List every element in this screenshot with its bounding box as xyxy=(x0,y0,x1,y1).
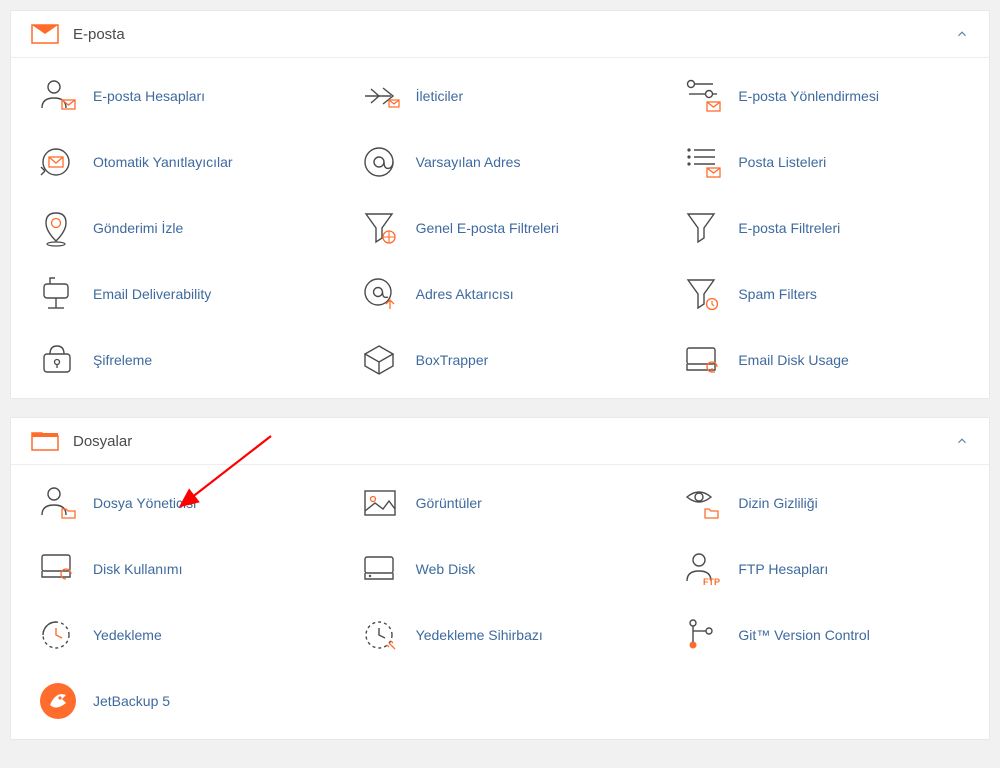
global-filters-item[interactable]: Genel E-posta Filtreleri xyxy=(344,208,657,248)
email-routing-label: E-posta Yönlendirmesi xyxy=(738,88,879,104)
backup-item[interactable]: Yedekleme xyxy=(21,615,334,655)
mailing-lists-label: Posta Listeleri xyxy=(738,154,826,170)
user-folder-icon xyxy=(37,483,79,523)
forwarders-item[interactable]: İleticiler xyxy=(344,76,657,116)
disk-clock-icon xyxy=(682,340,724,380)
mailing-lists-item[interactable]: Posta Listeleri xyxy=(666,142,979,182)
git-item[interactable]: Git™ Version Control xyxy=(666,615,979,655)
user-mail-icon xyxy=(37,76,79,116)
boxtrapper-item[interactable]: BoxTrapper xyxy=(344,340,657,380)
directory-privacy-label: Dizin Gizliliği xyxy=(738,495,817,511)
web-disk-item[interactable]: Web Disk xyxy=(344,549,657,589)
web-disk-label: Web Disk xyxy=(416,561,476,577)
email-disk-usage-label: Email Disk Usage xyxy=(738,352,848,368)
images-label: Görüntüler xyxy=(416,495,482,511)
email-deliverability-label: Email Deliverability xyxy=(93,286,211,302)
files-panel-header[interactable]: Dosyalar xyxy=(11,418,989,465)
default-address-label: Varsayılan Adres xyxy=(416,154,521,170)
autoresponders-item[interactable]: Otomatik Yanıtlayıcılar xyxy=(21,142,334,182)
file-manager-label: Dosya Yöneticisi xyxy=(93,495,196,511)
disk-usage-icon xyxy=(37,549,79,589)
chevron-up-icon xyxy=(955,434,969,448)
git-label: Git™ Version Control xyxy=(738,627,870,643)
email-panel-header[interactable]: E-posta xyxy=(11,11,989,58)
chevron-up-icon xyxy=(955,27,969,41)
eye-folder-icon xyxy=(682,483,724,523)
directory-privacy-item[interactable]: Dizin Gizliliği xyxy=(666,483,979,523)
spam-filters-item[interactable]: Spam Filters xyxy=(666,274,979,314)
forwarders-label: İleticiler xyxy=(416,88,463,104)
clock-wizard-icon xyxy=(360,615,402,655)
email-accounts-item[interactable]: E-posta Hesapları xyxy=(21,76,334,116)
autoresponders-label: Otomatik Yanıtlayıcılar xyxy=(93,154,233,170)
backup-wizard-item[interactable]: Yedekleme Sihirbazı xyxy=(344,615,657,655)
address-importer-item[interactable]: Adres Aktarıcısı xyxy=(344,274,657,314)
spam-filters-label: Spam Filters xyxy=(738,286,817,302)
forward-arrow-icon xyxy=(360,76,402,116)
svg-text:FTP: FTP xyxy=(703,577,720,587)
email-filters-item[interactable]: E-posta Filtreleri xyxy=(666,208,979,248)
backup-label: Yedekleme xyxy=(93,627,162,643)
email-routing-item[interactable]: E-posta Yönlendirmesi xyxy=(666,76,979,116)
email-panel: E-posta E-posta Hesapları xyxy=(10,10,990,399)
default-address-item[interactable]: Varsayılan Adres xyxy=(344,142,657,182)
email-panel-body: E-posta Hesapları İleticiler xyxy=(11,58,989,398)
email-deliverability-item[interactable]: Email Deliverability xyxy=(21,274,334,314)
ftp-user-icon: FTP xyxy=(682,549,724,589)
email-accounts-label: E-posta Hesapları xyxy=(93,88,205,104)
address-importer-label: Adres Aktarıcısı xyxy=(416,286,514,302)
folder-icon xyxy=(31,430,59,452)
boxtrapper-label: BoxTrapper xyxy=(416,352,489,368)
encryption-item[interactable]: Şifreleme xyxy=(21,340,334,380)
files-panel: Dosyalar Dosya Yöneticisi xyxy=(10,417,990,740)
file-manager-item[interactable]: Dosya Yöneticisi xyxy=(21,483,334,523)
encryption-label: Şifreleme xyxy=(93,352,152,368)
images-item[interactable]: Görüntüler xyxy=(344,483,657,523)
location-pin-icon xyxy=(37,208,79,248)
funnel-clock-icon xyxy=(682,274,724,314)
track-delivery-item[interactable]: Gönderimi İzle xyxy=(21,208,334,248)
files-panel-body: Dosya Yöneticisi Görüntüler xyxy=(11,465,989,739)
at-sign-icon xyxy=(360,142,402,182)
mailbox-icon xyxy=(37,274,79,314)
git-branch-icon xyxy=(682,615,724,655)
email-filters-label: E-posta Filtreleri xyxy=(738,220,840,236)
backup-wizard-label: Yedekleme Sihirbazı xyxy=(416,627,543,643)
web-disk-icon xyxy=(360,549,402,589)
routing-icon xyxy=(682,76,724,116)
jetbackup-item[interactable]: JetBackup 5 xyxy=(21,681,334,721)
funnel-globe-icon xyxy=(360,208,402,248)
envelope-icon xyxy=(31,23,59,45)
email-disk-usage-item[interactable]: Email Disk Usage xyxy=(666,340,979,380)
email-panel-title: E-posta xyxy=(73,26,955,43)
list-icon xyxy=(682,142,724,182)
jetbackup-label: JetBackup 5 xyxy=(93,693,170,709)
autoresponders-icon xyxy=(37,142,79,182)
at-upload-icon xyxy=(360,274,402,314)
track-delivery-label: Gönderimi İzle xyxy=(93,220,183,236)
files-panel-title: Dosyalar xyxy=(73,433,955,450)
disk-usage-label: Disk Kullanımı xyxy=(93,561,182,577)
disk-usage-item[interactable]: Disk Kullanımı xyxy=(21,549,334,589)
ftp-accounts-item[interactable]: FTP FTP Hesapları xyxy=(666,549,979,589)
clock-back-icon xyxy=(37,615,79,655)
image-icon xyxy=(360,483,402,523)
jetbackup-icon xyxy=(37,681,79,721)
global-filters-label: Genel E-posta Filtreleri xyxy=(416,220,559,236)
lock-icon xyxy=(37,340,79,380)
box-icon xyxy=(360,340,402,380)
ftp-accounts-label: FTP Hesapları xyxy=(738,561,828,577)
funnel-icon xyxy=(682,208,724,248)
